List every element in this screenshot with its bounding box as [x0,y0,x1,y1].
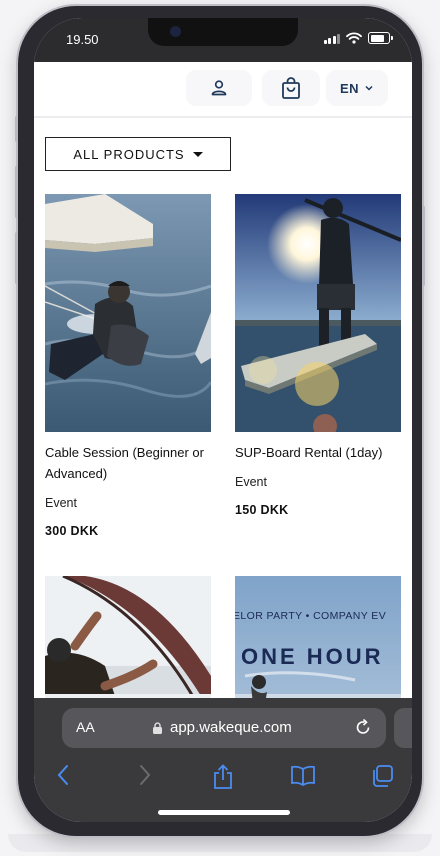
product-listing: ALL PRODUCTS Cable Session (Beginner or … [34,118,412,718]
product-card[interactable]: ELOR PARTY • COMPANY EV ONE HOUR [235,576,401,718]
product-price: 300 DKK [45,524,99,538]
browser-toolbar: AA app.wakeque.com [34,698,412,822]
product-price: 150 DKK [235,503,289,517]
next-tab-preview[interactable] [394,708,412,748]
battery-icon [368,32,393,44]
reload-icon[interactable] [354,718,372,738]
bookmarks-icon[interactable] [290,764,316,786]
cart-button[interactable] [262,70,320,106]
phone-reflection [8,834,432,852]
product-title[interactable]: SUP-Board Rental (1day) [235,442,401,463]
reader-settings-button[interactable]: AA [76,719,95,735]
product-type: Event [235,475,267,489]
home-indicator[interactable] [158,810,290,815]
status-bar: 19.50 [34,18,412,62]
product-image-wakeboard-jump[interactable] [45,576,211,718]
account-button[interactable] [186,70,252,106]
product-image-cable-session[interactable] [45,194,211,432]
language-label: EN [339,80,360,96]
back-icon[interactable] [56,764,70,786]
address-bar[interactable]: AA app.wakeque.com [62,708,386,748]
filter-label: ALL PRODUCTS [73,146,185,162]
language-selector[interactable]: EN [326,70,388,106]
shopping-bag-icon [282,77,300,99]
product-type: Event [45,496,77,510]
browser-nav-bar [34,762,412,792]
category-filter-dropdown[interactable]: ALL PRODUCTS [45,137,231,171]
promo-headline-text: ONE HOUR [241,644,384,669]
cellular-signal-icon [323,33,340,44]
caret-down-icon [192,151,203,157]
share-icon[interactable] [212,764,234,790]
volume-up-button [15,166,18,218]
mute-switch [15,116,18,142]
status-icons [323,32,393,44]
product-image-sup-board[interactable] [235,194,401,432]
url-text: app.wakeque.com [170,719,292,736]
forward-icon[interactable] [138,764,152,786]
product-card[interactable] [45,576,211,718]
wifi-icon [346,32,362,44]
product-card[interactable]: Cable Session (Beginner or Advanced) Eve… [45,194,211,538]
volume-down-button [15,232,18,284]
status-time: 19.50 [66,32,99,47]
product-image-one-hour-promo[interactable]: ELOR PARTY • COMPANY EV ONE HOUR [235,576,401,718]
power-button [422,206,425,286]
promo-subtitle-text: ELOR PARTY • COMPANY EV [235,610,387,622]
notch [148,18,298,46]
tabs-icon[interactable] [370,764,394,788]
chevron-down-icon [365,85,373,91]
site-header: EN [34,62,412,118]
lock-icon [153,722,162,734]
front-camera [170,26,181,37]
product-card[interactable]: SUP-Board Rental (1day) Event 150 DKK [235,194,401,517]
product-title[interactable]: Cable Session (Beginner or Advanced) [45,442,211,484]
phone-screen: 19.50 EN ALL PRODUCTS Cable Session (Beg… [34,18,412,822]
user-icon [211,80,227,96]
